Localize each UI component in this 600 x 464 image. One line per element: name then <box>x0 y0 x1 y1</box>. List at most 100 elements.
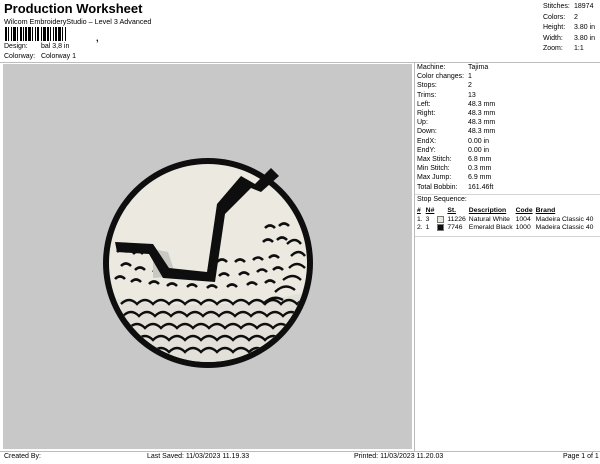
stop-swatch-cell <box>436 223 446 232</box>
param-value: 13 <box>468 91 476 99</box>
created-by: Created By: <box>4 453 41 460</box>
param-label: Min Stitch: <box>417 165 450 173</box>
param-label: Max Stitch: <box>417 156 452 164</box>
last-saved: Last Saved: 11/03/2023 11.19.33 <box>147 453 250 460</box>
param-row: Total Bobbin: 161.46ft <box>417 183 495 192</box>
summary-value: 1:1 <box>574 45 584 52</box>
software-subtitle: Wilcom EmbroideryStudio – Level 3 Advanc… <box>4 17 152 26</box>
design-summary: Stitches: 18974 Colors: 2 Height: 3.80 in W… <box>543 2 595 55</box>
golf-ball-design <box>103 158 313 368</box>
footer-divider <box>0 451 600 452</box>
param-label: EndX: <box>417 137 437 145</box>
summary-value: 3.80 in <box>574 34 596 42</box>
stop-brand: Madeira Classic 40 <box>535 216 594 224</box>
stop-needle: 3 <box>425 216 430 224</box>
param-label: Stops: <box>417 82 437 90</box>
page-number: Page 1 of 1 <box>563 453 599 460</box>
design-value: bal 3,8 in <box>40 43 70 50</box>
summary-value: 3.80 in <box>574 24 596 31</box>
param-value: 1 <box>468 73 472 81</box>
param-row: EndX: 0.00 in <box>417 137 495 146</box>
col-header-needle: N# <box>425 207 435 214</box>
stop-stitches: 7746 <box>447 224 463 232</box>
panel-divider <box>415 194 600 195</box>
param-value: 48.3 mm <box>468 110 496 118</box>
barcode-suffix: , <box>96 33 99 43</box>
panel-divider <box>415 236 600 237</box>
summary-label: Zoom: <box>543 45 563 52</box>
param-label: Machine: <box>417 64 446 71</box>
design-line: Design: bal 3,8 in <box>4 43 69 50</box>
summary-value: 2 <box>574 13 578 21</box>
param-value: 0.3 mm <box>468 165 492 173</box>
param-label: Trims: <box>417 91 437 99</box>
stop-brand: Madeira Classic 40 <box>535 224 594 232</box>
summary-label: Stitches: <box>543 3 570 10</box>
stop-code: 1000 <box>515 224 531 232</box>
color-swatch <box>437 216 445 223</box>
param-row: Max Stitch: 6.8 mm <box>417 155 495 164</box>
param-label: Up: <box>417 119 428 127</box>
table-row: 2. 1 7746 Emerald Black 1000 Madeira Cla… <box>416 223 595 231</box>
stop-description: Natural White <box>468 216 510 224</box>
col-header-brand: Brand <box>535 207 556 214</box>
summary-row: Stitches: 18974 <box>543 2 595 13</box>
summary-label: Colors: <box>543 13 566 21</box>
color-swatch <box>437 224 445 232</box>
param-row: Right: 48.3 mm <box>417 109 495 118</box>
param-label: Max Jump: <box>417 174 452 182</box>
param-label: Down: <box>417 128 437 136</box>
summary-row: Height: 3.80 in <box>543 23 595 34</box>
param-row: Up: 48.3 mm <box>417 118 495 127</box>
param-label: EndY: <box>417 146 436 154</box>
summary-row: Zoom: 1:1 <box>543 44 595 55</box>
summary-label: Height: <box>543 24 566 31</box>
summary-value: 18974 <box>574 3 594 10</box>
design-label: Design: <box>4 43 28 50</box>
param-row: Color changes: 1 <box>417 72 495 81</box>
colorway-value: Colorway 1 <box>40 53 76 60</box>
stop-sequence-table: # N# St. Description Code Brand 1. 3 112… <box>416 207 595 232</box>
embroidery-design-image <box>103 158 313 368</box>
col-header-description: Description <box>468 207 507 214</box>
param-value: 161.46ft <box>468 183 494 191</box>
param-row: Stops: 2 <box>417 81 495 90</box>
param-value: 6.9 mm <box>468 174 492 182</box>
param-value: 0.00 in <box>468 137 490 145</box>
param-label: Left: <box>417 100 431 108</box>
summary-row: Width: 3.80 in <box>543 34 595 45</box>
col-header-index: # <box>417 207 421 214</box>
machine-params: Machine: Tajima Color changes: 1 Stops: 2 T… <box>417 63 495 192</box>
param-label: Total Bobbin: <box>417 183 458 191</box>
page-title: Production Worksheet <box>4 1 143 16</box>
param-value: 48.3 mm <box>468 119 496 127</box>
table-header-row: # N# St. Description Code Brand <box>416 207 595 215</box>
col-header-code: Code <box>515 207 533 214</box>
stop-index: 2. <box>417 224 423 232</box>
stop-sequence-title: Stop Sequence: <box>417 196 467 203</box>
param-row: Left: 48.3 mm <box>417 100 495 109</box>
properties-panel: Machine: Tajima Color changes: 1 Stops: 2 T… <box>414 62 600 451</box>
colorway-label: Colorway: <box>4 53 36 60</box>
param-row: EndY: 0.00 in <box>417 146 495 155</box>
col-header-swatch <box>436 207 446 215</box>
stop-description: Emerald Black <box>468 224 513 232</box>
stop-needle: 1 <box>425 224 430 232</box>
colorway-line: Colorway: Colorway 1 <box>4 53 76 60</box>
param-row: Machine: Tajima <box>417 63 495 72</box>
summary-label: Width: <box>543 34 563 42</box>
param-value: 2 <box>468 82 472 90</box>
param-row: Trims: 13 <box>417 91 495 100</box>
param-value: Tajima <box>468 64 489 71</box>
printed-date: Printed: 11/03/2023 11.20.03 <box>354 453 444 460</box>
param-value: 6.8 mm <box>468 156 492 164</box>
barcode <box>5 27 95 41</box>
stop-index: 1. <box>417 216 423 224</box>
table-row: 1. 3 11226 Natural White 1004 Madeira Cl… <box>416 215 595 223</box>
design-preview <box>3 64 412 449</box>
stop-swatch-cell <box>436 215 446 223</box>
param-label: Color changes: <box>417 73 465 81</box>
param-value: 48.3 mm <box>468 100 496 108</box>
param-row: Max Jump: 6.9 mm <box>417 173 495 182</box>
stop-code: 1004 <box>515 216 531 224</box>
